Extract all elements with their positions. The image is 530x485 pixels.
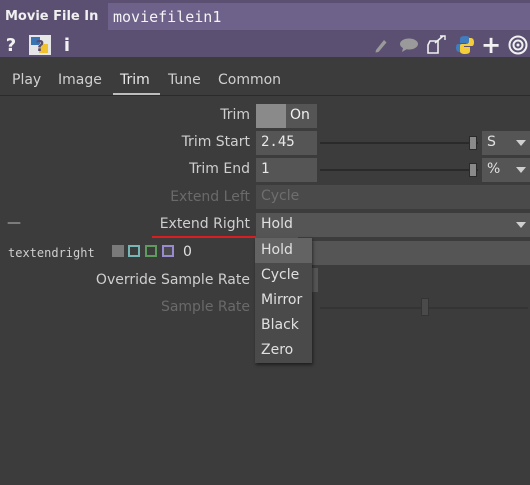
mode-export-icon[interactable]	[145, 245, 157, 257]
param-tabs: Play Image Trim Tune Common	[0, 65, 530, 95]
tab-tune[interactable]: Tune	[168, 72, 201, 88]
tab-play[interactable]: Play	[12, 72, 41, 88]
tab-image[interactable]: Image	[58, 72, 102, 88]
trim-end-slider[interactable]	[320, 169, 478, 171]
target-icon[interactable]	[507, 33, 529, 57]
trim-start-unit-value: S	[487, 134, 496, 150]
extend-left-label: Extend Left	[170, 189, 250, 205]
svg-text:?: ?	[36, 37, 45, 55]
trim-end-unit-menu[interactable]: %	[482, 158, 530, 182]
dropdown-option-hold[interactable]: Hold	[255, 238, 312, 263]
expression-value[interactable]: 0	[183, 244, 192, 260]
trim-toggle[interactable]: On	[256, 104, 317, 128]
trim-start-value: 2.45	[261, 134, 295, 150]
trim-label: Trim	[220, 107, 250, 123]
toggle-knob	[256, 104, 286, 128]
icon-bar: ? ? i +	[0, 33, 530, 57]
trim-start-field[interactable]: 2.45	[256, 131, 317, 155]
extend-right-menu[interactable]: Hold	[256, 213, 530, 237]
op-name-text: moviefilein1	[113, 8, 222, 26]
op-type-label: Movie File In	[5, 9, 99, 24]
extend-right-value: Hold	[261, 216, 293, 232]
add-icon[interactable]: +	[481, 33, 501, 57]
sample-rate-label: Sample Rate	[160, 299, 250, 315]
extend-right-dropdown: Hold Cycle Mirror Black Zero	[255, 238, 312, 363]
trim-end-label: Trim End	[189, 161, 250, 177]
override-sample-rate-label: Override Sample Rate	[95, 272, 250, 288]
sample-rate-slider-handle[interactable]	[421, 298, 429, 316]
title-bar: Movie File In moviefilein1	[0, 0, 530, 33]
dropdown-option-zero[interactable]: Zero	[255, 338, 312, 363]
chevron-down-icon	[516, 167, 526, 173]
override-sample-rate-toggle[interactable]	[312, 268, 318, 292]
mode-bind-icon[interactable]	[162, 245, 174, 257]
extend-left-value: Cycle	[261, 188, 300, 204]
tabs-divider	[0, 95, 530, 96]
mode-expression-icon[interactable]	[128, 245, 140, 257]
tab-common[interactable]: Common	[218, 72, 281, 88]
trim-start-slider-handle[interactable]	[469, 136, 477, 150]
dropdown-option-cycle[interactable]: Cycle	[255, 263, 312, 288]
python-icon[interactable]	[453, 33, 477, 57]
trim-start-slider[interactable]	[320, 142, 478, 144]
trim-toggle-value: On	[290, 107, 310, 123]
tab-trim[interactable]: Trim	[120, 72, 150, 88]
extend-left-menu[interactable]: Cycle	[256, 185, 530, 209]
clone-icon[interactable]	[424, 33, 448, 57]
expand-dash[interactable]: —	[7, 215, 21, 231]
expression-param-name: textendright	[8, 246, 95, 260]
chevron-down-icon	[516, 140, 526, 146]
python-help-icon[interactable]: ?	[27, 33, 53, 57]
dropdown-option-mirror[interactable]: Mirror	[255, 288, 312, 313]
trim-end-value: 1	[261, 161, 270, 177]
op-name-field[interactable]: moviefilein1	[108, 3, 530, 30]
comment-icon[interactable]	[398, 33, 420, 57]
chevron-down-icon	[516, 222, 526, 228]
mode-constant-icon[interactable]	[112, 245, 124, 257]
edit-icon[interactable]	[372, 33, 390, 57]
extend-right-label: Extend Right	[159, 216, 250, 232]
trim-start-unit-menu[interactable]: S	[482, 131, 530, 155]
info-icon[interactable]: i	[61, 33, 73, 57]
trim-end-unit-value: %	[487, 161, 501, 177]
trim-end-slider-handle[interactable]	[469, 163, 477, 177]
trim-end-field[interactable]: 1	[256, 158, 317, 182]
help-icon[interactable]: ?	[4, 33, 18, 57]
expression-field[interactable]	[312, 241, 530, 265]
trim-start-label: Trim Start	[181, 134, 250, 150]
dropdown-option-black[interactable]: Black	[255, 313, 312, 338]
